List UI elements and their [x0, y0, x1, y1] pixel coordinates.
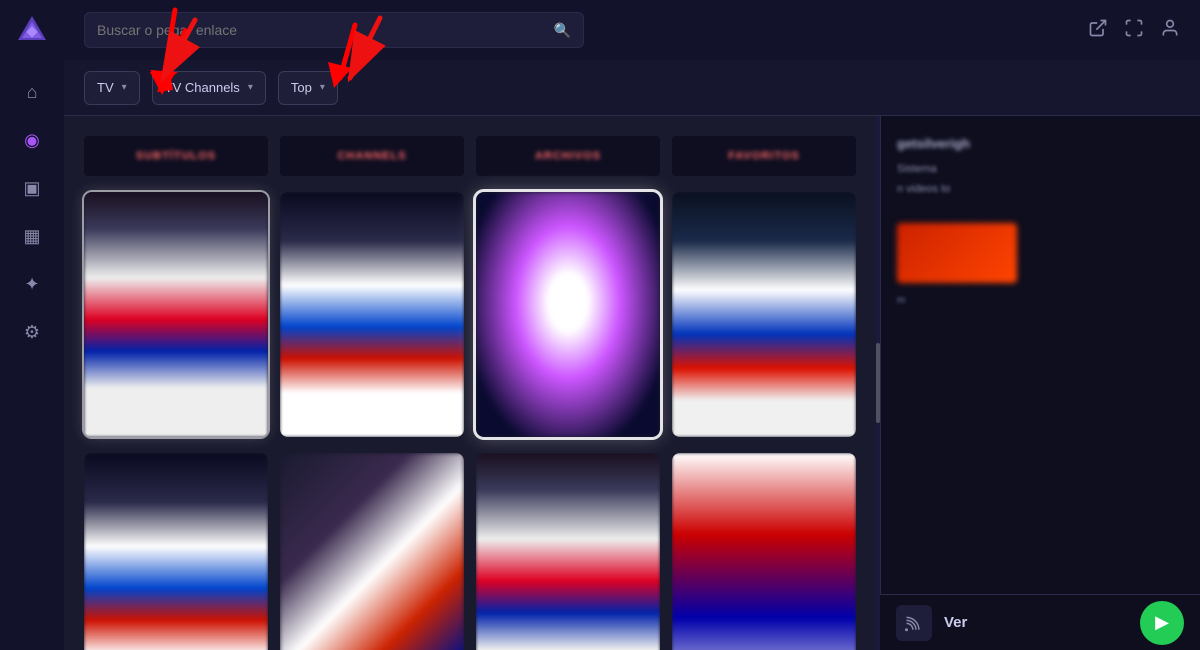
app-logo[interactable] — [14, 12, 50, 48]
channel-cards-row1 — [84, 192, 856, 437]
panel-detail: n videos to — [897, 183, 1184, 195]
channel-card-2[interactable] — [280, 192, 464, 437]
channel-card-6[interactable] — [280, 453, 464, 650]
filter-top-dropdown[interactable]: Top ▾ — [278, 71, 338, 105]
panel-title: getsilverigh — [897, 136, 1184, 151]
channel-grid-area: subtítulos channels archivos favoritos — [64, 116, 876, 650]
filter-top-label: Top — [291, 80, 312, 95]
fullscreen-icon[interactable] — [1124, 18, 1144, 43]
main-area: 🔍 — [64, 0, 1200, 650]
channel-cards-row2 — [84, 453, 856, 650]
channel-card-1[interactable] — [84, 192, 268, 437]
label-card-2: channels — [280, 136, 464, 176]
chevron-down-icon: ▾ — [122, 82, 127, 93]
search-icon: 🔍 — [554, 22, 571, 39]
sidebar-item-library[interactable]: ▣ — [12, 168, 52, 208]
label-text-3: archivos — [535, 150, 601, 162]
panel-subtitle: Sistema — [897, 163, 1184, 175]
channel-card-4[interactable] — [672, 192, 856, 437]
panel-small-text: m — [881, 291, 1200, 310]
label-text-2: channels — [337, 150, 406, 162]
sidebar-item-settings[interactable]: ⚙ — [12, 312, 52, 352]
sidebar-item-home[interactable]: ⌂ — [12, 72, 52, 112]
channel-card-8[interactable] — [672, 453, 856, 650]
sidebar-item-explore[interactable]: ◉ — [12, 120, 52, 160]
sidebar-item-schedule[interactable]: ▦ — [12, 216, 52, 256]
panel-header: getsilverigh Sistema n videos to — [881, 116, 1200, 215]
chevron-down-icon-2: ▾ — [248, 82, 253, 93]
label-card-3: archivos — [476, 136, 660, 176]
topbar-actions — [1088, 18, 1180, 43]
label-card-1: subtítulos — [84, 136, 268, 176]
chevron-down-icon-3: ▾ — [320, 82, 325, 93]
ver-label: Ver — [944, 614, 1128, 631]
panel-thumbnail — [897, 223, 1017, 283]
channel-card-5[interactable] — [84, 453, 268, 650]
search-bar[interactable]: 🔍 — [84, 12, 584, 48]
sidebar: ⌂ ◉ ▣ ▦ ✦ ⚙ — [0, 0, 64, 650]
labels-row: subtítulos channels archivos favoritos — [84, 136, 856, 176]
filter-tv-dropdown[interactable]: TV ▾ — [84, 71, 140, 105]
right-panel: getsilverigh Sistema n videos to m — [880, 116, 1200, 650]
topbar: 🔍 — [64, 0, 1200, 60]
channel-card-3[interactable] — [476, 192, 660, 437]
channel-card-7[interactable] — [476, 453, 660, 650]
panel-cast-icon[interactable] — [896, 605, 932, 641]
search-input[interactable] — [97, 22, 554, 38]
label-card-4: favoritos — [672, 136, 856, 176]
filter-tv-label: TV — [97, 80, 114, 95]
label-text-1: subtítulos — [136, 150, 216, 162]
content-area: subtítulos channels archivos favoritos — [64, 116, 1200, 650]
filter-channels-label: TV Channels — [165, 80, 240, 95]
external-link-icon[interactable] — [1088, 18, 1108, 43]
user-icon[interactable] — [1160, 18, 1180, 43]
play-button[interactable]: ▶ — [1140, 601, 1184, 645]
filter-channels-dropdown[interactable]: TV Channels ▾ — [152, 71, 266, 105]
filterbar: TV ▾ TV Channels ▾ Top ▾ — [64, 60, 1200, 116]
label-text-4: favoritos — [728, 150, 800, 162]
sidebar-item-plugins[interactable]: ✦ — [12, 264, 52, 304]
panel-bottom-bar: Ver ▶ — [880, 594, 1200, 650]
